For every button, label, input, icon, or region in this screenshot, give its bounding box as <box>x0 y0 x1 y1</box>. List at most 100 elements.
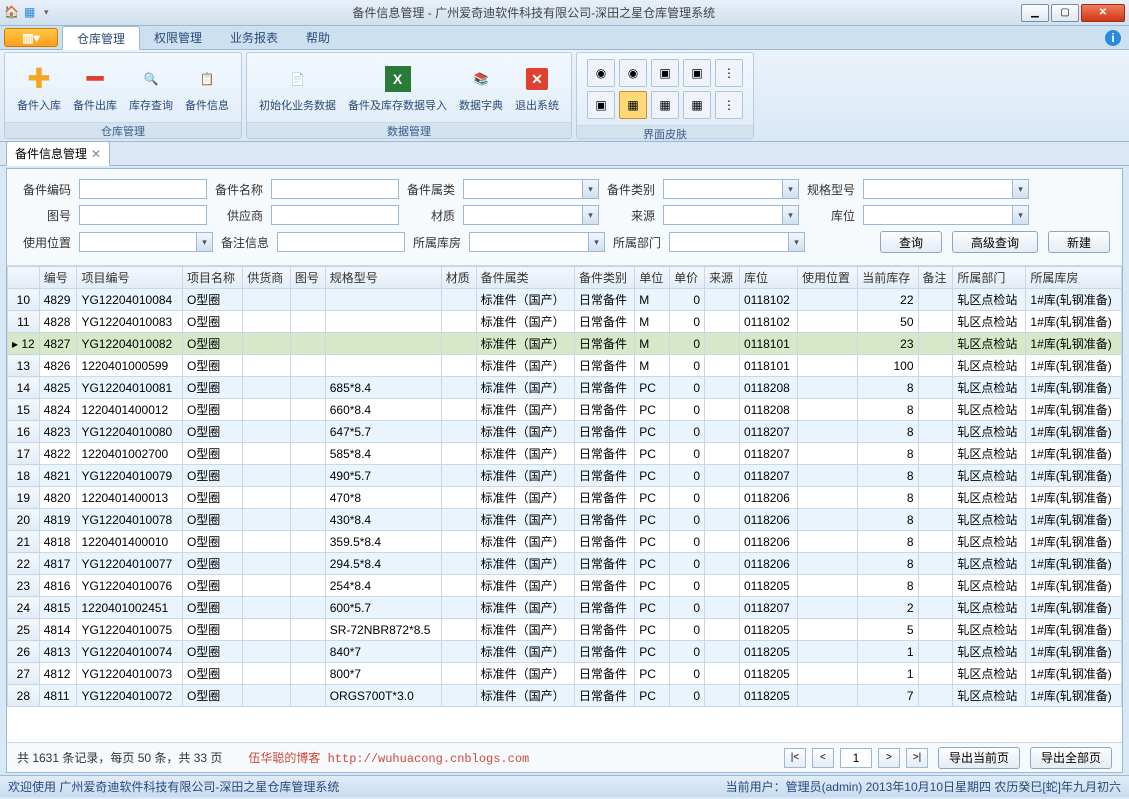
column-header[interactable]: 所属部门 <box>953 267 1026 289</box>
column-header[interactable] <box>8 267 40 289</box>
table-row[interactable]: 264813YG12204010074O型圈840*7标准件（国产）日常备件PC… <box>8 641 1122 663</box>
column-header[interactable]: 备件属类 <box>476 267 574 289</box>
skin-option[interactable]: ▦ <box>651 91 679 119</box>
skin-option[interactable]: ▦ <box>619 91 647 119</box>
dropdown-icon[interactable]: ▾ <box>1013 179 1029 199</box>
pager-next-button[interactable]: > <box>878 748 900 768</box>
filter-input[interactable] <box>79 179 207 199</box>
pager-last-button[interactable]: >| <box>906 748 928 768</box>
close-button[interactable] <box>1081 4 1125 22</box>
dropdown-icon[interactable]: ▾ <box>789 232 805 252</box>
dropdown-icon[interactable]: ▾ <box>783 205 799 225</box>
skin-option[interactable]: ⋮ <box>715 91 743 119</box>
ribbon-button[interactable]: 🔍库存查询 <box>123 61 179 115</box>
filter-action-button[interactable]: 高级查询 <box>952 231 1038 253</box>
pager-first-button[interactable]: |< <box>784 748 806 768</box>
document-tab[interactable]: 备件信息管理 ✕ <box>6 141 110 166</box>
table-row[interactable]: 2448151220401002451O型圈600*5.7标准件（国产）日常备件… <box>8 597 1122 619</box>
menu-item[interactable]: 业务报表 <box>216 26 292 49</box>
table-row[interactable]: 204819YG12204010078O型圈430*8.4标准件（国产）日常备件… <box>8 509 1122 531</box>
ribbon-button[interactable]: 📄初始化业务数据 <box>253 61 342 115</box>
table-row[interactable]: 1748221220401002700O型圈585*8.4标准件（国产）日常备件… <box>8 443 1122 465</box>
column-header[interactable]: 编号 <box>39 267 77 289</box>
column-header[interactable]: 图号 <box>290 267 325 289</box>
skin-option[interactable]: ▦ <box>683 91 711 119</box>
dropdown-icon[interactable]: ▾ <box>783 179 799 199</box>
column-header[interactable]: 单位 <box>635 267 670 289</box>
filter-input[interactable] <box>669 232 789 252</box>
filter-input[interactable] <box>463 179 583 199</box>
export-all-button[interactable]: 导出全部页 <box>1030 747 1112 769</box>
menu-item[interactable]: 权限管理 <box>140 26 216 49</box>
ribbon-button[interactable]: 📋备件信息 <box>179 61 235 115</box>
skin-option[interactable]: ⋮ <box>715 59 743 87</box>
table-row[interactable]: 254814YG12204010075O型圈SR-72NBR872*8.5标准件… <box>8 619 1122 641</box>
table-row[interactable]: 1348261220401000599O型圈标准件（国产）日常备件M001181… <box>8 355 1122 377</box>
column-header[interactable]: 所属库房 <box>1026 267 1122 289</box>
filter-input[interactable] <box>277 232 405 252</box>
filter-input[interactable] <box>271 205 399 225</box>
filter-input[interactable] <box>463 205 583 225</box>
ribbon-button[interactable]: ✚备件入库 <box>11 61 67 115</box>
ribbon-button[interactable]: X备件及库存数据导入 <box>342 61 453 115</box>
menu-item[interactable]: 帮助 <box>292 26 344 49</box>
column-header[interactable]: 当前库存 <box>858 267 918 289</box>
column-header[interactable]: 库位 <box>739 267 797 289</box>
pager-page-input[interactable] <box>840 748 872 768</box>
column-header[interactable]: 备件类别 <box>574 267 634 289</box>
ribbon-button[interactable]: ━备件出库 <box>67 61 123 115</box>
dropdown-icon[interactable]: ▾ <box>583 179 599 199</box>
filter-input[interactable] <box>79 232 197 252</box>
skin-option[interactable]: ▣ <box>587 91 615 119</box>
filter-action-button[interactable]: 查询 <box>880 231 942 253</box>
qat-home-icon[interactable]: 🏠 <box>4 5 20 21</box>
table-row[interactable]: 184821YG12204010079O型圈490*5.7标准件（国产）日常备件… <box>8 465 1122 487</box>
filter-input[interactable] <box>79 205 207 225</box>
qat-apps-icon[interactable]: ▦ <box>24 5 40 21</box>
table-row[interactable]: 104829YG12204010084O型圈标准件（国产）日常备件M001181… <box>8 289 1122 311</box>
column-header[interactable]: 使用位置 <box>797 267 857 289</box>
filter-input[interactable] <box>663 205 783 225</box>
table-row[interactable]: 1548241220401400012O型圈660*8.4标准件（国产）日常备件… <box>8 399 1122 421</box>
close-tab-icon[interactable]: ✕ <box>91 147 101 161</box>
pager-prev-button[interactable]: < <box>812 748 834 768</box>
ribbon-button[interactable]: ✕退出系统 <box>509 61 565 115</box>
dropdown-icon[interactable]: ▾ <box>197 232 213 252</box>
column-header[interactable]: 供货商 <box>243 267 291 289</box>
table-row[interactable]: 284811YG12204010072O型圈ORGS700T*3.0标准件（国产… <box>8 685 1122 707</box>
filter-input[interactable] <box>469 232 589 252</box>
skin-option[interactable]: ◉ <box>587 59 615 87</box>
table-row[interactable]: 144825YG12204010081O型圈685*8.4标准件（国产）日常备件… <box>8 377 1122 399</box>
filter-input[interactable] <box>663 179 783 199</box>
app-menu-button[interactable]: ▥▾ <box>4 28 58 47</box>
skin-option[interactable]: ▣ <box>651 59 679 87</box>
column-header[interactable]: 备注 <box>918 267 953 289</box>
table-row[interactable]: 274812YG12204010073O型圈800*7标准件（国产）日常备件PC… <box>8 663 1122 685</box>
column-header[interactable]: 项目编号 <box>77 267 182 289</box>
help-icon[interactable]: i <box>1105 30 1121 46</box>
maximize-button[interactable] <box>1051 4 1079 22</box>
skin-option[interactable]: ◉ <box>619 59 647 87</box>
dropdown-icon[interactable]: ▾ <box>1013 205 1029 225</box>
column-header[interactable]: 材质 <box>441 267 476 289</box>
filter-action-button[interactable]: 新建 <box>1048 231 1110 253</box>
table-row[interactable]: 224817YG12204010077O型圈294.5*8.4标准件（国产）日常… <box>8 553 1122 575</box>
column-header[interactable]: 规格型号 <box>325 267 441 289</box>
table-row[interactable]: 2148181220401400010O型圈359.5*8.4标准件（国产）日常… <box>8 531 1122 553</box>
skin-option[interactable]: ▣ <box>683 59 711 87</box>
column-header[interactable]: 来源 <box>705 267 740 289</box>
filter-input[interactable] <box>863 179 1013 199</box>
column-header[interactable]: 项目名称 <box>182 267 242 289</box>
ribbon-button[interactable]: 📚数据字典 <box>453 61 509 115</box>
minimize-button[interactable] <box>1021 4 1049 22</box>
table-row[interactable]: 234816YG12204010076O型圈254*8.4标准件（国产）日常备件… <box>8 575 1122 597</box>
column-header[interactable]: 单价 <box>670 267 705 289</box>
table-row[interactable]: 1948201220401400013O型圈470*8标准件（国产）日常备件PC… <box>8 487 1122 509</box>
dropdown-icon[interactable]: ▾ <box>583 205 599 225</box>
table-row[interactable]: ▸ 124827YG12204010082O型圈标准件（国产）日常备件M0011… <box>8 333 1122 355</box>
menu-item[interactable]: 仓库管理 <box>62 26 140 50</box>
filter-input[interactable] <box>271 179 399 199</box>
table-row[interactable]: 164823YG12204010080O型圈647*5.7标准件（国产）日常备件… <box>8 421 1122 443</box>
dropdown-icon[interactable]: ▾ <box>589 232 605 252</box>
export-current-button[interactable]: 导出当前页 <box>938 747 1020 769</box>
